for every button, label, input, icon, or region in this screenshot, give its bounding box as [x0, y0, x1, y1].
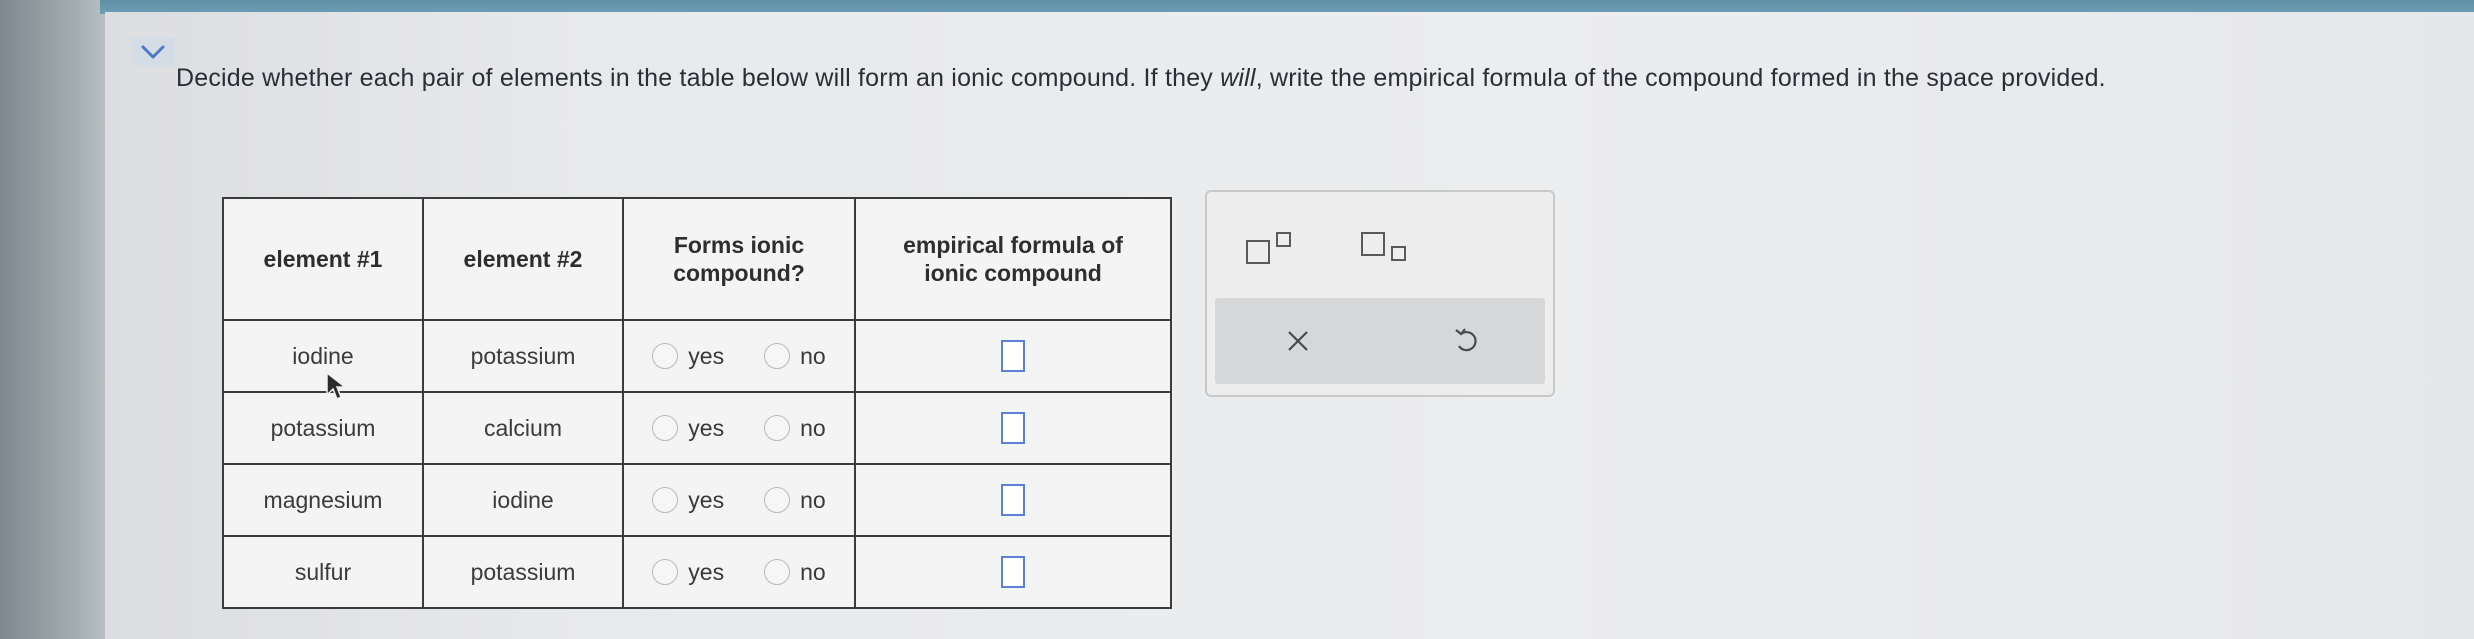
row-element-2: potassium — [422, 535, 624, 609]
formula-answer-box[interactable] — [1001, 484, 1025, 516]
row-element-1: potassium — [222, 391, 424, 465]
formula-tool-panel — [1205, 190, 1555, 397]
yes-radio[interactable]: yes — [652, 343, 724, 370]
header-forms-ionic: Forms ionic compound? — [622, 197, 856, 321]
radio-circle-icon — [652, 487, 679, 513]
superscript-button[interactable] — [1245, 230, 1301, 271]
prompt-text-part2: , write the empirical formula of the com… — [1255, 64, 2106, 92]
x-icon — [1288, 331, 1308, 351]
tool-panel-actions — [1215, 298, 1545, 384]
formula-cell — [854, 535, 1172, 609]
element-pairs-table: element #1 element #2 Forms ionic compou… — [222, 197, 1172, 609]
superscript-icon — [1246, 232, 1291, 264]
prompt-emphasis: will — [1220, 64, 1256, 92]
formula-answer-box[interactable] — [1001, 556, 1025, 588]
forms-ionic-cell: yes no — [622, 463, 856, 537]
table-row: potassium calcium yes no — [222, 391, 1172, 465]
no-label: no — [800, 486, 826, 513]
yes-label: yes — [688, 342, 725, 369]
header-element-2: element #2 — [422, 197, 624, 321]
radio-circle-icon — [652, 559, 679, 585]
clear-button[interactable] — [1285, 328, 1311, 359]
table-row: magnesium iodine yes no — [222, 463, 1172, 537]
yes-label: yes — [688, 558, 725, 585]
yes-radio[interactable]: yes — [652, 559, 724, 586]
no-radio[interactable]: no — [764, 415, 826, 442]
no-label: no — [800, 342, 826, 369]
header-empirical-formula: empirical formula of ionic compound — [854, 197, 1172, 321]
radio-circle-icon — [764, 559, 791, 585]
no-label: no — [800, 414, 826, 441]
row-element-2: iodine — [422, 463, 624, 537]
header-element-1: element #1 — [222, 197, 424, 321]
radio-circle-icon — [764, 415, 791, 441]
mouse-cursor-icon — [326, 371, 347, 401]
yes-label: yes — [688, 414, 725, 441]
left-background — [0, 0, 105, 639]
subscript-button[interactable] — [1360, 230, 1416, 271]
formula-answer-box[interactable] — [1001, 340, 1025, 372]
subscript-icon — [1361, 232, 1406, 261]
yes-label: yes — [688, 486, 725, 513]
row-element-1: iodine — [222, 319, 424, 393]
table-header-row: element #1 element #2 Forms ionic compou… — [222, 197, 1172, 321]
no-radio[interactable]: no — [764, 559, 826, 586]
formula-cell — [854, 319, 1172, 393]
yes-radio[interactable]: yes — [652, 487, 724, 514]
formula-cell — [854, 463, 1172, 537]
table-row: iodine potassium yes no — [222, 319, 1172, 393]
collapse-button[interactable] — [131, 38, 175, 66]
row-element-2: potassium — [422, 319, 624, 393]
chevron-down-icon — [141, 45, 165, 59]
undo-button[interactable] — [1452, 326, 1482, 361]
prompt-text-part1: Decide whether each pair of elements in … — [176, 64, 1221, 92]
row-element-2: calcium — [422, 391, 624, 465]
radio-circle-icon — [652, 415, 679, 441]
tool-panel-top — [1207, 192, 1553, 298]
forms-ionic-cell: yes no — [622, 319, 856, 393]
formula-cell — [854, 391, 1172, 465]
forms-ionic-cell: yes no — [622, 535, 856, 609]
radio-circle-icon — [764, 343, 791, 369]
row-element-1: sulfur — [222, 535, 424, 609]
header-forms-ionic-label: Forms ionic compound? — [673, 232, 805, 286]
no-radio[interactable]: no — [764, 343, 826, 370]
forms-ionic-cell: yes no — [622, 391, 856, 465]
no-label: no — [800, 558, 826, 585]
row-element-1: magnesium — [222, 463, 424, 537]
radio-circle-icon — [652, 343, 679, 369]
no-radio[interactable]: no — [764, 487, 826, 514]
question-page: Decide whether each pair of elements in … — [105, 12, 2474, 639]
question-prompt: Decide whether each pair of elements in … — [176, 60, 2474, 96]
radio-circle-icon — [764, 487, 791, 513]
formula-answer-box[interactable] — [1001, 412, 1025, 444]
header-empirical-formula-label: empirical formula of ionic compound — [903, 232, 1123, 286]
table-row: sulfur potassium yes no — [222, 535, 1172, 609]
undo-icon — [1455, 328, 1477, 352]
yes-radio[interactable]: yes — [652, 415, 724, 442]
